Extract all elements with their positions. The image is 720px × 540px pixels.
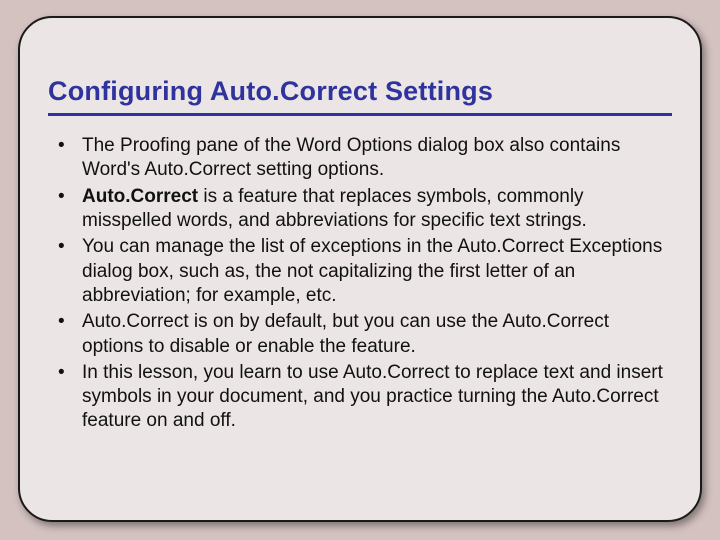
bullet-list: The Proofing pane of the Word Options di… bbox=[48, 134, 672, 434]
bullet-text: You can manage the list of exceptions in… bbox=[82, 236, 662, 306]
bullet-text: Auto.Correct is on by default, but you c… bbox=[82, 311, 609, 356]
bullet-text: The Proofing pane of the Word Options di… bbox=[82, 135, 620, 180]
list-item: Auto.Correct is on by default, but you c… bbox=[52, 310, 668, 359]
slide: Configuring Auto.Correct Settings The Pr… bbox=[0, 0, 720, 540]
bullet-bold: Auto.Correct bbox=[82, 186, 198, 207]
list-item: You can manage the list of exceptions in… bbox=[52, 235, 668, 308]
title-underline bbox=[48, 113, 672, 116]
slide-title: Configuring Auto.Correct Settings bbox=[48, 76, 672, 107]
list-item: Auto.Correct is a feature that replaces … bbox=[52, 185, 668, 234]
list-item: In this lesson, you learn to use Auto.Co… bbox=[52, 361, 668, 434]
bullet-text: In this lesson, you learn to use Auto.Co… bbox=[82, 362, 663, 432]
content-frame: Configuring Auto.Correct Settings The Pr… bbox=[18, 16, 702, 522]
list-item: The Proofing pane of the Word Options di… bbox=[52, 134, 668, 183]
